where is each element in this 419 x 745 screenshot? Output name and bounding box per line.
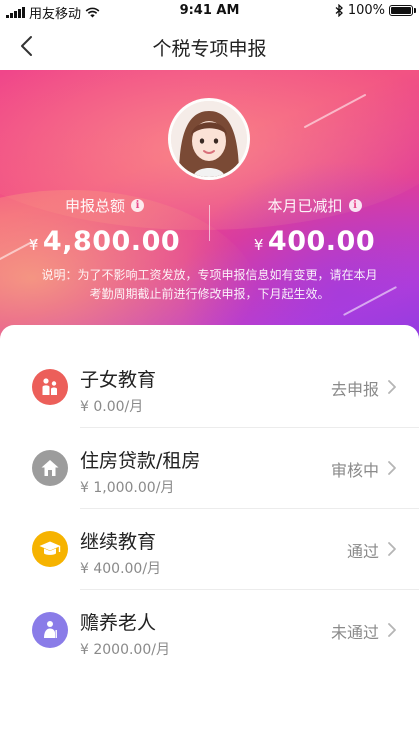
currency-symbol: ¥: [28, 236, 39, 254]
avatar[interactable]: [168, 98, 250, 180]
bluetooth-icon: [335, 4, 343, 17]
children-icon: [32, 369, 68, 405]
item-status: 去申报: [330, 380, 379, 399]
deducted-value: 400.00: [267, 226, 376, 257]
deduction-list: 子女教育 ¥ 0.00/月 去申报 住房贷款/租房 ¥ 1,000.00/月 审…: [0, 325, 419, 745]
list-item-continuing-education[interactable]: 继续教育 ¥ 400.00/月 通过: [0, 510, 419, 590]
summary-banner: 申报总额 i ¥4,800.00 本月已减扣 i ¥400.00 说明：为了不影…: [0, 70, 419, 345]
elder-icon: [32, 612, 68, 648]
graduation-cap-icon: [32, 531, 68, 567]
battery-percent: 100%: [347, 3, 385, 18]
house-icon: [32, 450, 68, 486]
item-amount: ¥ 400.00/月: [80, 561, 162, 577]
item-status: 审核中: [330, 461, 379, 480]
declaration-note: 说明：为了不影响工资发放，专项申报信息如有变更，请在本月考勤周期截止前进行修改申…: [41, 268, 378, 301]
item-title: 子女教育: [80, 369, 157, 391]
status-right: 100%: [335, 3, 416, 18]
nav-bar: 个税专项申报: [0, 22, 419, 70]
declared-total-label: 申报总额: [64, 197, 125, 215]
chevron-right-icon: [388, 623, 396, 637]
item-title: 赡养老人: [80, 612, 157, 634]
info-icon[interactable]: i: [131, 199, 144, 212]
declared-total-value: 4,800.00: [42, 226, 181, 257]
item-title: 住房贷款/租房: [80, 450, 201, 472]
item-amount: ¥ 2000.00/月: [80, 642, 170, 658]
deducted-this-month: 本月已减扣 i ¥400.00: [210, 195, 419, 257]
currency-symbol: ¥: [253, 236, 264, 254]
list-item-housing-loan-rent[interactable]: 住房贷款/租房 ¥ 1,000.00/月 审核中: [0, 429, 419, 509]
info-icon[interactable]: i: [348, 199, 362, 212]
chevron-right-icon: [388, 380, 396, 394]
item-status: 未通过: [330, 623, 379, 642]
status-bar: 用友移动 9:41 AM 100%: [0, 0, 419, 22]
chevron-right-icon: [388, 461, 396, 475]
page-title: 个税专项申报: [152, 38, 267, 60]
item-amount: ¥ 0.00/月: [80, 399, 144, 415]
item-title: 继续教育: [80, 531, 157, 553]
item-amount: ¥ 1,000.00/月: [80, 480, 175, 496]
user-portrait-icon: [171, 101, 247, 177]
deducted-label: 本月已减扣: [267, 197, 343, 215]
item-status: 通过: [346, 542, 379, 561]
list-item-children-education[interactable]: 子女教育 ¥ 0.00/月 去申报: [0, 348, 419, 428]
declared-total: 申报总额 i ¥4,800.00: [0, 195, 209, 257]
chevron-right-icon: [388, 542, 396, 556]
battery-icon: [389, 5, 416, 16]
list-item-elderly-support[interactable]: 赡养老人 ¥ 2000.00/月 未通过: [0, 591, 419, 671]
